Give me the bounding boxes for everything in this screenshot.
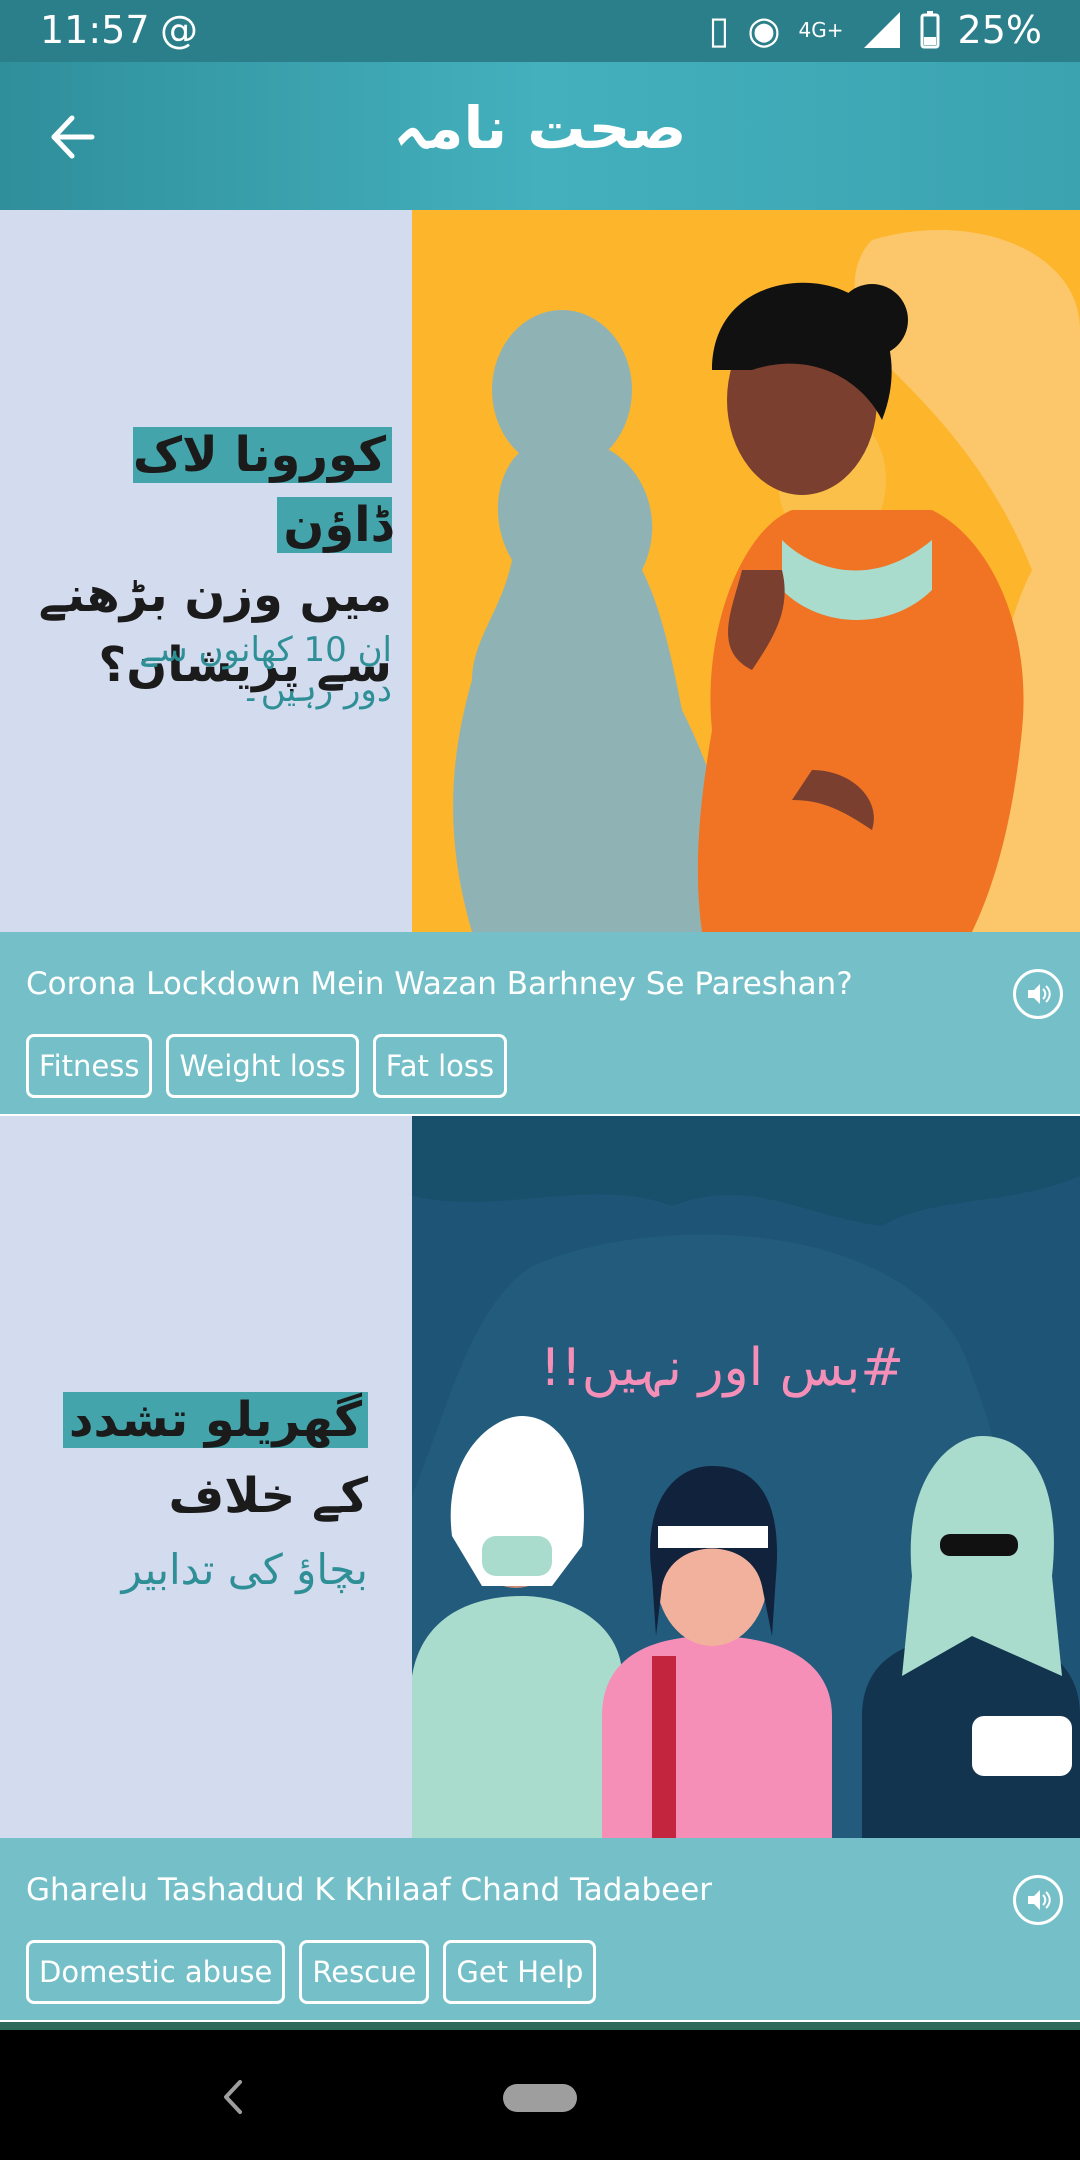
image-headline-highlight: کورونا لاک ڈاؤن (132, 427, 392, 553)
image-subtext: بچاؤ کی تدابیر (8, 1544, 368, 1596)
image-text-panel: گھریلو تشدد کے خلاف بچاؤ کی تدابیر (0, 1116, 412, 1838)
status-icons: ▯ ◉ 4G+ 25% (708, 8, 1042, 52)
at-sign-icon: @ (160, 8, 198, 52)
signal-icon (863, 12, 900, 48)
article-info: Gharelu Tashadud K Khilaaf Chand Tadabee… (0, 1838, 1080, 2020)
tag-list: Fitness Weight loss Fat loss (26, 1034, 508, 1098)
article-image[interactable]: کورونا لاک ڈاؤن میں وزن بڑھنے سے پریشان؟… (0, 210, 1080, 932)
tag-chip[interactable]: Rescue (299, 1940, 430, 2004)
vibrate-icon: ▯ (708, 8, 730, 52)
image-subtext-line1: بچاؤ کی تدابیر (121, 1545, 368, 1594)
image-text-panel: کورونا لاک ڈاؤن میں وزن بڑھنے سے پریشان؟… (0, 210, 412, 932)
nav-back-icon[interactable] (218, 2078, 248, 2116)
battery-icon (920, 11, 940, 49)
image-hashtag: #بس اور نہیں!! (540, 1338, 904, 1398)
illustration (412, 210, 1080, 932)
next-card-peek (0, 2022, 1080, 2030)
app-bar: صحت نامہ (0, 62, 1080, 210)
image-subtext: ان 10 کھانوں سے دور رہیں۔ (12, 630, 392, 710)
tag-list: Domestic abuse Rescue Get Help (26, 1940, 597, 2004)
domestic-abuse-illustration (412, 1116, 1080, 1838)
status-time: 11:57 (40, 8, 150, 52)
image-headline-line2: میں وزن بڑھنے (38, 567, 392, 623)
nav-home-pill[interactable] (503, 2084, 577, 2112)
hotspot-icon: ◉ (747, 8, 781, 52)
illustration: #بس اور نہیں!! (412, 1116, 1080, 1838)
speaker-icon[interactable] (1013, 1875, 1063, 1925)
image-headline-line2: کے خلاف (168, 1468, 368, 1524)
page-title: صحت نامہ (393, 94, 687, 162)
article-title[interactable]: Corona Lockdown Mein Wazan Barhney Se Pa… (26, 966, 853, 1002)
tag-chip[interactable]: Get Help (443, 1940, 597, 2004)
status-bar: 11:57 @ ▯ ◉ 4G+ 25% (0, 0, 1080, 62)
article-title[interactable]: Gharelu Tashadud K Khilaaf Chand Tadabee… (26, 1872, 712, 1908)
weight-worry-illustration (412, 210, 1080, 932)
article-image[interactable]: گھریلو تشدد کے خلاف بچاؤ کی تدابیر #بس ا… (0, 1116, 1080, 1838)
image-headline: گھریلو تشدد کے خلاف (8, 1382, 368, 1534)
tag-chip[interactable]: Weight loss (166, 1034, 359, 1098)
tag-chip[interactable]: Fitness (26, 1034, 153, 1098)
image-subtext-line2: دور رہیں۔ (240, 670, 392, 710)
image-headline-highlight: گھریلو تشدد (62, 1392, 368, 1448)
image-subtext-line1: ان 10 کھانوں سے (139, 630, 392, 670)
tag-chip[interactable]: Domestic abuse (26, 1940, 286, 2004)
speaker-icon[interactable] (1013, 969, 1063, 1019)
network-type: 4G+ (798, 18, 844, 42)
battery-percent: 25% (957, 8, 1042, 52)
article-info: Corona Lockdown Mein Wazan Barhney Se Pa… (0, 932, 1080, 1114)
tag-chip[interactable]: Fat loss (372, 1034, 508, 1098)
